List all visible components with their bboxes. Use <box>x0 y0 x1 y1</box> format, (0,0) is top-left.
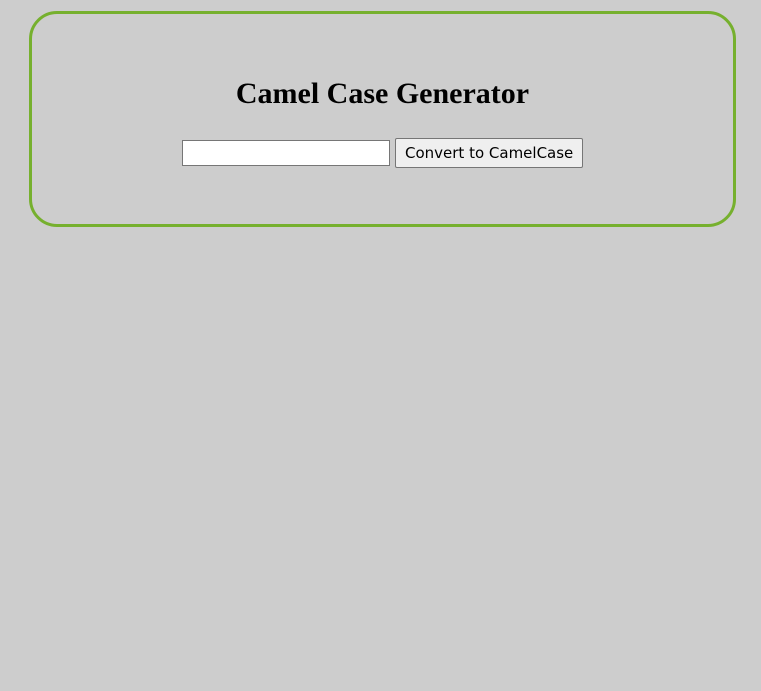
converter-controls: Convert to CamelCase <box>182 138 584 168</box>
convert-to-camelcase-button[interactable]: Convert to CamelCase <box>395 138 584 168</box>
page-title: Camel Case Generator <box>235 77 530 110</box>
generator-card: Camel Case Generator Convert to CamelCas… <box>29 11 736 227</box>
text-input[interactable] <box>182 140 390 166</box>
